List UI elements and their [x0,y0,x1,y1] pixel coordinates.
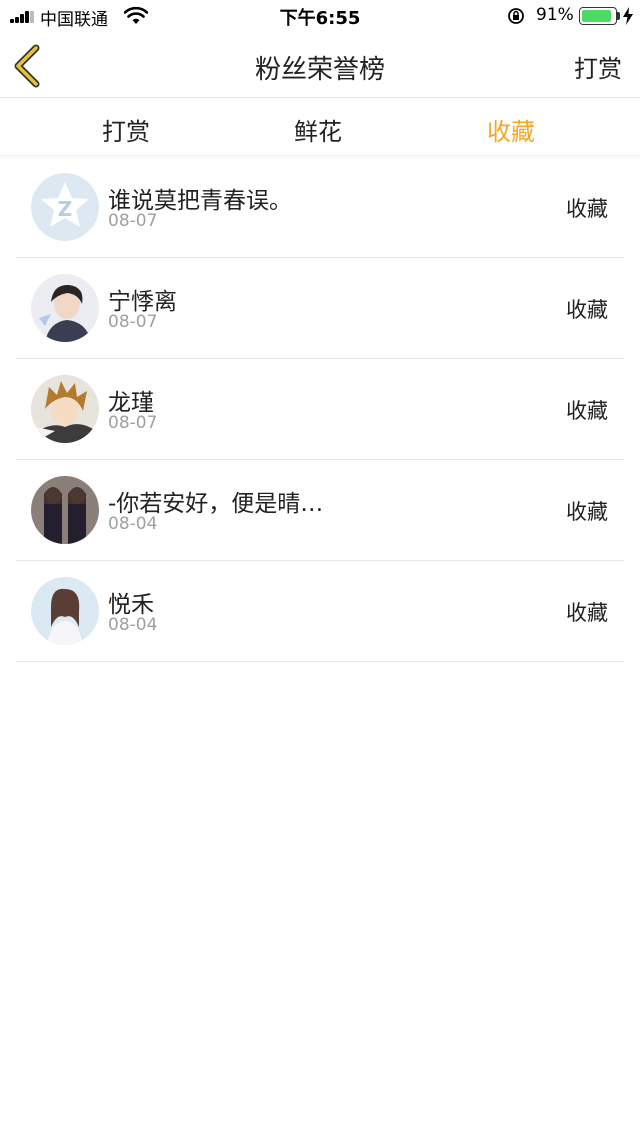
action-label: 收藏 [566,197,608,221]
nav-bar: 粉丝荣誉榜 打赏 [0,34,640,98]
user-name: 宁悸离 [108,289,177,315]
list-item[interactable]: 宁悸离 08-07 收藏 [16,258,624,359]
date-label: 08-07 [108,413,158,433]
date-label: 08-04 [108,514,158,534]
list-item[interactable]: Z 谁说莫把青春误。 08-07 收藏 [16,157,624,258]
action-label: 收藏 [566,399,608,423]
list-item[interactable]: -你若安好，便是晴… 08-04 收藏 [16,460,624,561]
battery-cap [617,12,620,20]
tab-reward[interactable]: 打赏 [66,112,186,147]
action-label: 收藏 [566,500,608,524]
user-photo-avatar[interactable] [31,476,99,544]
battery-percentage: 91% [536,5,574,25]
page-title: 粉丝荣誉榜 [254,55,385,85]
user-name: 悦禾 [108,592,154,618]
list-item[interactable]: 龙瑾 08-07 收藏 [16,359,624,460]
tab-favorites[interactable]: 收藏 [451,112,571,147]
orientation-lock-icon [508,8,524,24]
default-qq-avatar[interactable]: Z [31,173,99,241]
user-photo-avatar[interactable] [31,577,99,645]
svg-text:Z: Z [58,197,73,221]
tab-bar: 打赏 鲜花 收藏 [0,98,640,156]
list-item[interactable]: 悦禾 08-04 收藏 [16,561,624,662]
date-label: 08-04 [108,615,158,635]
date-label: 08-07 [108,211,158,231]
status-bar: 中国联通 下午6:55 91% [0,0,640,34]
user-name: 谁说莫把青春误。 [108,188,292,214]
anime-avatar[interactable] [31,375,99,443]
battery-icon [579,7,617,25]
user-photo-avatar[interactable] [31,274,99,342]
user-name: 龙瑾 [108,390,154,416]
user-name: -你若安好，便是晴… [108,491,324,517]
charging-icon [623,7,633,25]
action-label: 收藏 [566,298,608,322]
tab-flowers[interactable]: 鲜花 [258,112,378,147]
fan-list: Z 谁说莫把青春误。 08-07 收藏 宁悸离 08-07 收藏 龙瑾 08-0… [0,157,640,662]
reward-button[interactable]: 打赏 [574,49,622,84]
action-label: 收藏 [566,601,608,625]
date-label: 08-07 [108,312,158,332]
